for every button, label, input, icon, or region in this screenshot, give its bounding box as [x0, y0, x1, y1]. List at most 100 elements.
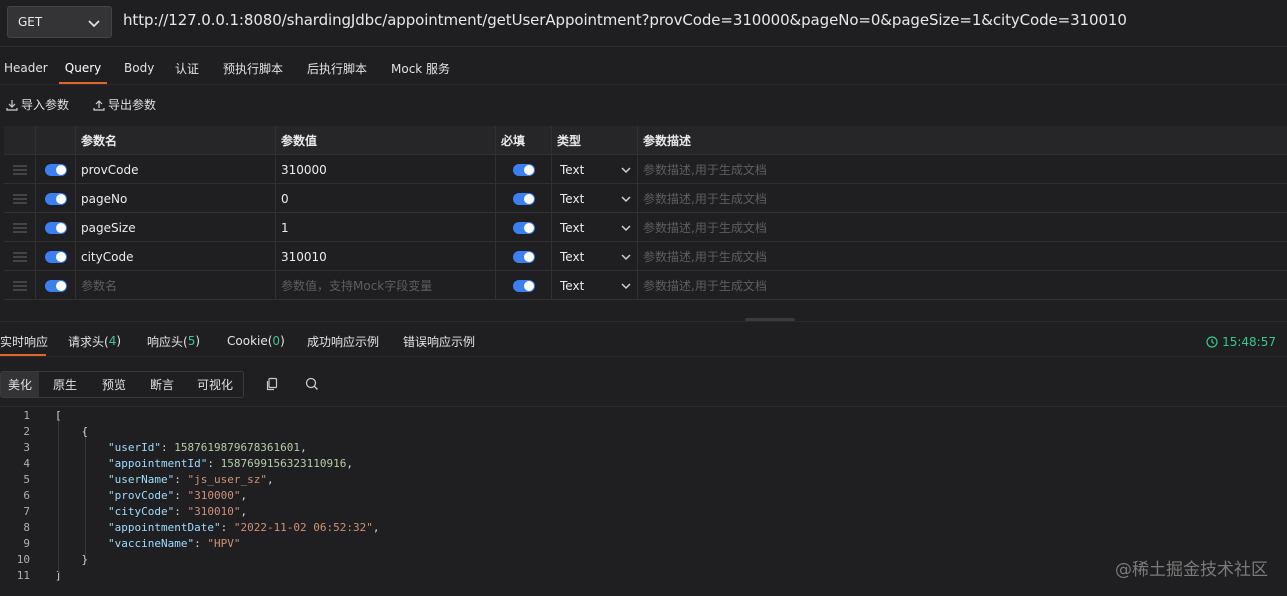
- code-line: 6 "provCode": "310000",: [0, 487, 1287, 503]
- toggle-switch[interactable]: [513, 279, 535, 292]
- table-row: cityCode 310010 Text 参数描述,用于生成文档: [4, 242, 1287, 271]
- indent-guide: [58, 421, 59, 573]
- type-select[interactable]: Text: [551, 184, 637, 213]
- toggle-switch[interactable]: [513, 221, 535, 234]
- drag-handle[interactable]: [4, 155, 35, 184]
- drag-handle[interactable]: [4, 271, 35, 300]
- param-value-input[interactable]: 1: [275, 213, 495, 242]
- param-name: cityCode: [81, 249, 134, 264]
- toggle-switch[interactable]: [513, 163, 535, 176]
- param-desc-input[interactable]: 参数描述,用于生成文档: [637, 213, 1287, 242]
- json-punct: [: [55, 408, 62, 422]
- header-required: 必填: [495, 126, 551, 155]
- param-name: pageNo: [81, 191, 128, 206]
- enable-toggle[interactable]: [35, 213, 75, 242]
- toggle-switch[interactable]: [513, 192, 535, 205]
- tab-pre-script[interactable]: 预执行脚本: [223, 52, 287, 84]
- api-client-window: GET http://127.0.0.1:8080/shardingJdbc/a…: [0, 0, 1287, 596]
- enable-toggle[interactable]: [35, 242, 75, 271]
- header-type-label: 类型: [557, 134, 582, 148]
- response-body-viewer[interactable]: 1[2 {3 "userId": 1587619879678361601, 4 "…: [0, 406, 1287, 596]
- line-number: 3: [23, 440, 30, 454]
- type-select[interactable]: Text: [551, 213, 637, 242]
- watermark: @稀土掘金技术社区: [1115, 560, 1268, 580]
- json-punct: :: [207, 456, 221, 470]
- param-name-input[interactable]: pageSize: [75, 213, 275, 242]
- required-toggle[interactable]: [495, 242, 551, 271]
- param-value-input[interactable]: 310000: [275, 155, 495, 184]
- code-text: {: [55, 425, 88, 438]
- tab-error-example[interactable]: 错误响应示例: [403, 327, 475, 355]
- enable-toggle[interactable]: [35, 155, 75, 184]
- import-params-button[interactable]: 导入参数: [6, 96, 69, 113]
- json-punct: :: [160, 440, 175, 454]
- toggle-switch[interactable]: [45, 163, 67, 176]
- mode-pretty[interactable]: 美化: [1, 372, 39, 397]
- tab-success-example[interactable]: 成功响应示例: [307, 327, 379, 355]
- json-punct: [55, 441, 108, 454]
- code-line: 1[: [0, 407, 1287, 423]
- tab-cookie[interactable]: Cookie(0): [227, 327, 285, 355]
- tab-query[interactable]: Query: [59, 52, 107, 84]
- search-icon[interactable]: [305, 377, 319, 391]
- param-desc-input[interactable]: 参数描述,用于生成文档: [637, 184, 1287, 213]
- enable-toggle[interactable]: [35, 271, 75, 300]
- toggle-switch[interactable]: [45, 192, 67, 205]
- clock-icon: [1206, 336, 1218, 348]
- tab-mock[interactable]: Mock 服务: [391, 52, 451, 84]
- method-select[interactable]: GET: [7, 6, 112, 38]
- toggle-switch[interactable]: [45, 221, 67, 234]
- header-value-label: 参数值: [281, 134, 318, 148]
- param-name: provCode: [81, 162, 139, 177]
- type-select[interactable]: Text: [551, 271, 637, 300]
- param-name-input[interactable]: provCode: [75, 155, 275, 184]
- json-number: 1587619879678361601: [174, 440, 301, 454]
- param-desc-input[interactable]: 参数描述,用于生成文档: [637, 242, 1287, 271]
- required-toggle[interactable]: [495, 213, 551, 242]
- drag-handle[interactable]: [4, 184, 35, 213]
- line-number: 8: [23, 520, 30, 534]
- enable-toggle[interactable]: [35, 184, 75, 213]
- toggle-switch[interactable]: [513, 250, 535, 263]
- tab-post-script[interactable]: 后执行脚本: [307, 52, 371, 84]
- required-toggle[interactable]: [495, 184, 551, 213]
- param-desc-input[interactable]: 参数描述,用于生成文档: [637, 155, 1287, 184]
- mode-preview[interactable]: 预览: [102, 372, 126, 397]
- param-value-input[interactable]: 310010: [275, 242, 495, 271]
- required-toggle[interactable]: [495, 271, 551, 300]
- param-name-input[interactable]: cityCode: [75, 242, 275, 271]
- required-toggle[interactable]: [495, 155, 551, 184]
- new-param-value-input[interactable]: 参数值，支持Mock字段变量: [275, 271, 495, 300]
- json-punct: [55, 457, 108, 470]
- tab-auth[interactable]: 认证: [175, 52, 205, 84]
- tab-request-headers[interactable]: 请求头(4): [68, 327, 121, 355]
- toggle-switch[interactable]: [45, 279, 67, 292]
- name-placeholder: 参数名: [81, 279, 118, 293]
- tab-header[interactable]: Header: [4, 52, 48, 84]
- param-desc-input[interactable]: 参数描述,用于生成文档: [637, 271, 1287, 300]
- tab-realtime-response[interactable]: 实时响应: [0, 327, 48, 356]
- type-select[interactable]: Text: [551, 155, 637, 184]
- param-name-input[interactable]: pageNo: [75, 184, 275, 213]
- drag-handle[interactable]: [4, 242, 35, 271]
- new-param-name-input[interactable]: 参数名: [75, 271, 275, 300]
- chevron-down-icon: [621, 195, 631, 202]
- tab-response-headers[interactable]: 响应头(5): [147, 327, 200, 355]
- url-input[interactable]: http://127.0.0.1:8080/shardingJdbc/appoi…: [123, 11, 1127, 29]
- line-number: 4: [23, 456, 30, 470]
- toggle-switch[interactable]: [45, 250, 67, 263]
- copy-icon[interactable]: [265, 377, 279, 391]
- type-value: Text: [560, 220, 585, 235]
- tab-body[interactable]: Body: [124, 52, 154, 84]
- type-select[interactable]: Text: [551, 242, 637, 271]
- export-params-button[interactable]: 导出参数: [93, 96, 156, 113]
- json-punct: ,: [240, 504, 248, 518]
- mode-raw[interactable]: 原生: [53, 372, 77, 397]
- param-value-input[interactable]: 0: [275, 184, 495, 213]
- json-punct: [55, 473, 108, 486]
- drag-handle-icon: [13, 165, 27, 174]
- drag-handle[interactable]: [4, 213, 35, 242]
- divider: [0, 84, 1287, 85]
- mode-assert[interactable]: 断言: [150, 372, 174, 397]
- mode-visualize[interactable]: 可视化: [197, 372, 233, 397]
